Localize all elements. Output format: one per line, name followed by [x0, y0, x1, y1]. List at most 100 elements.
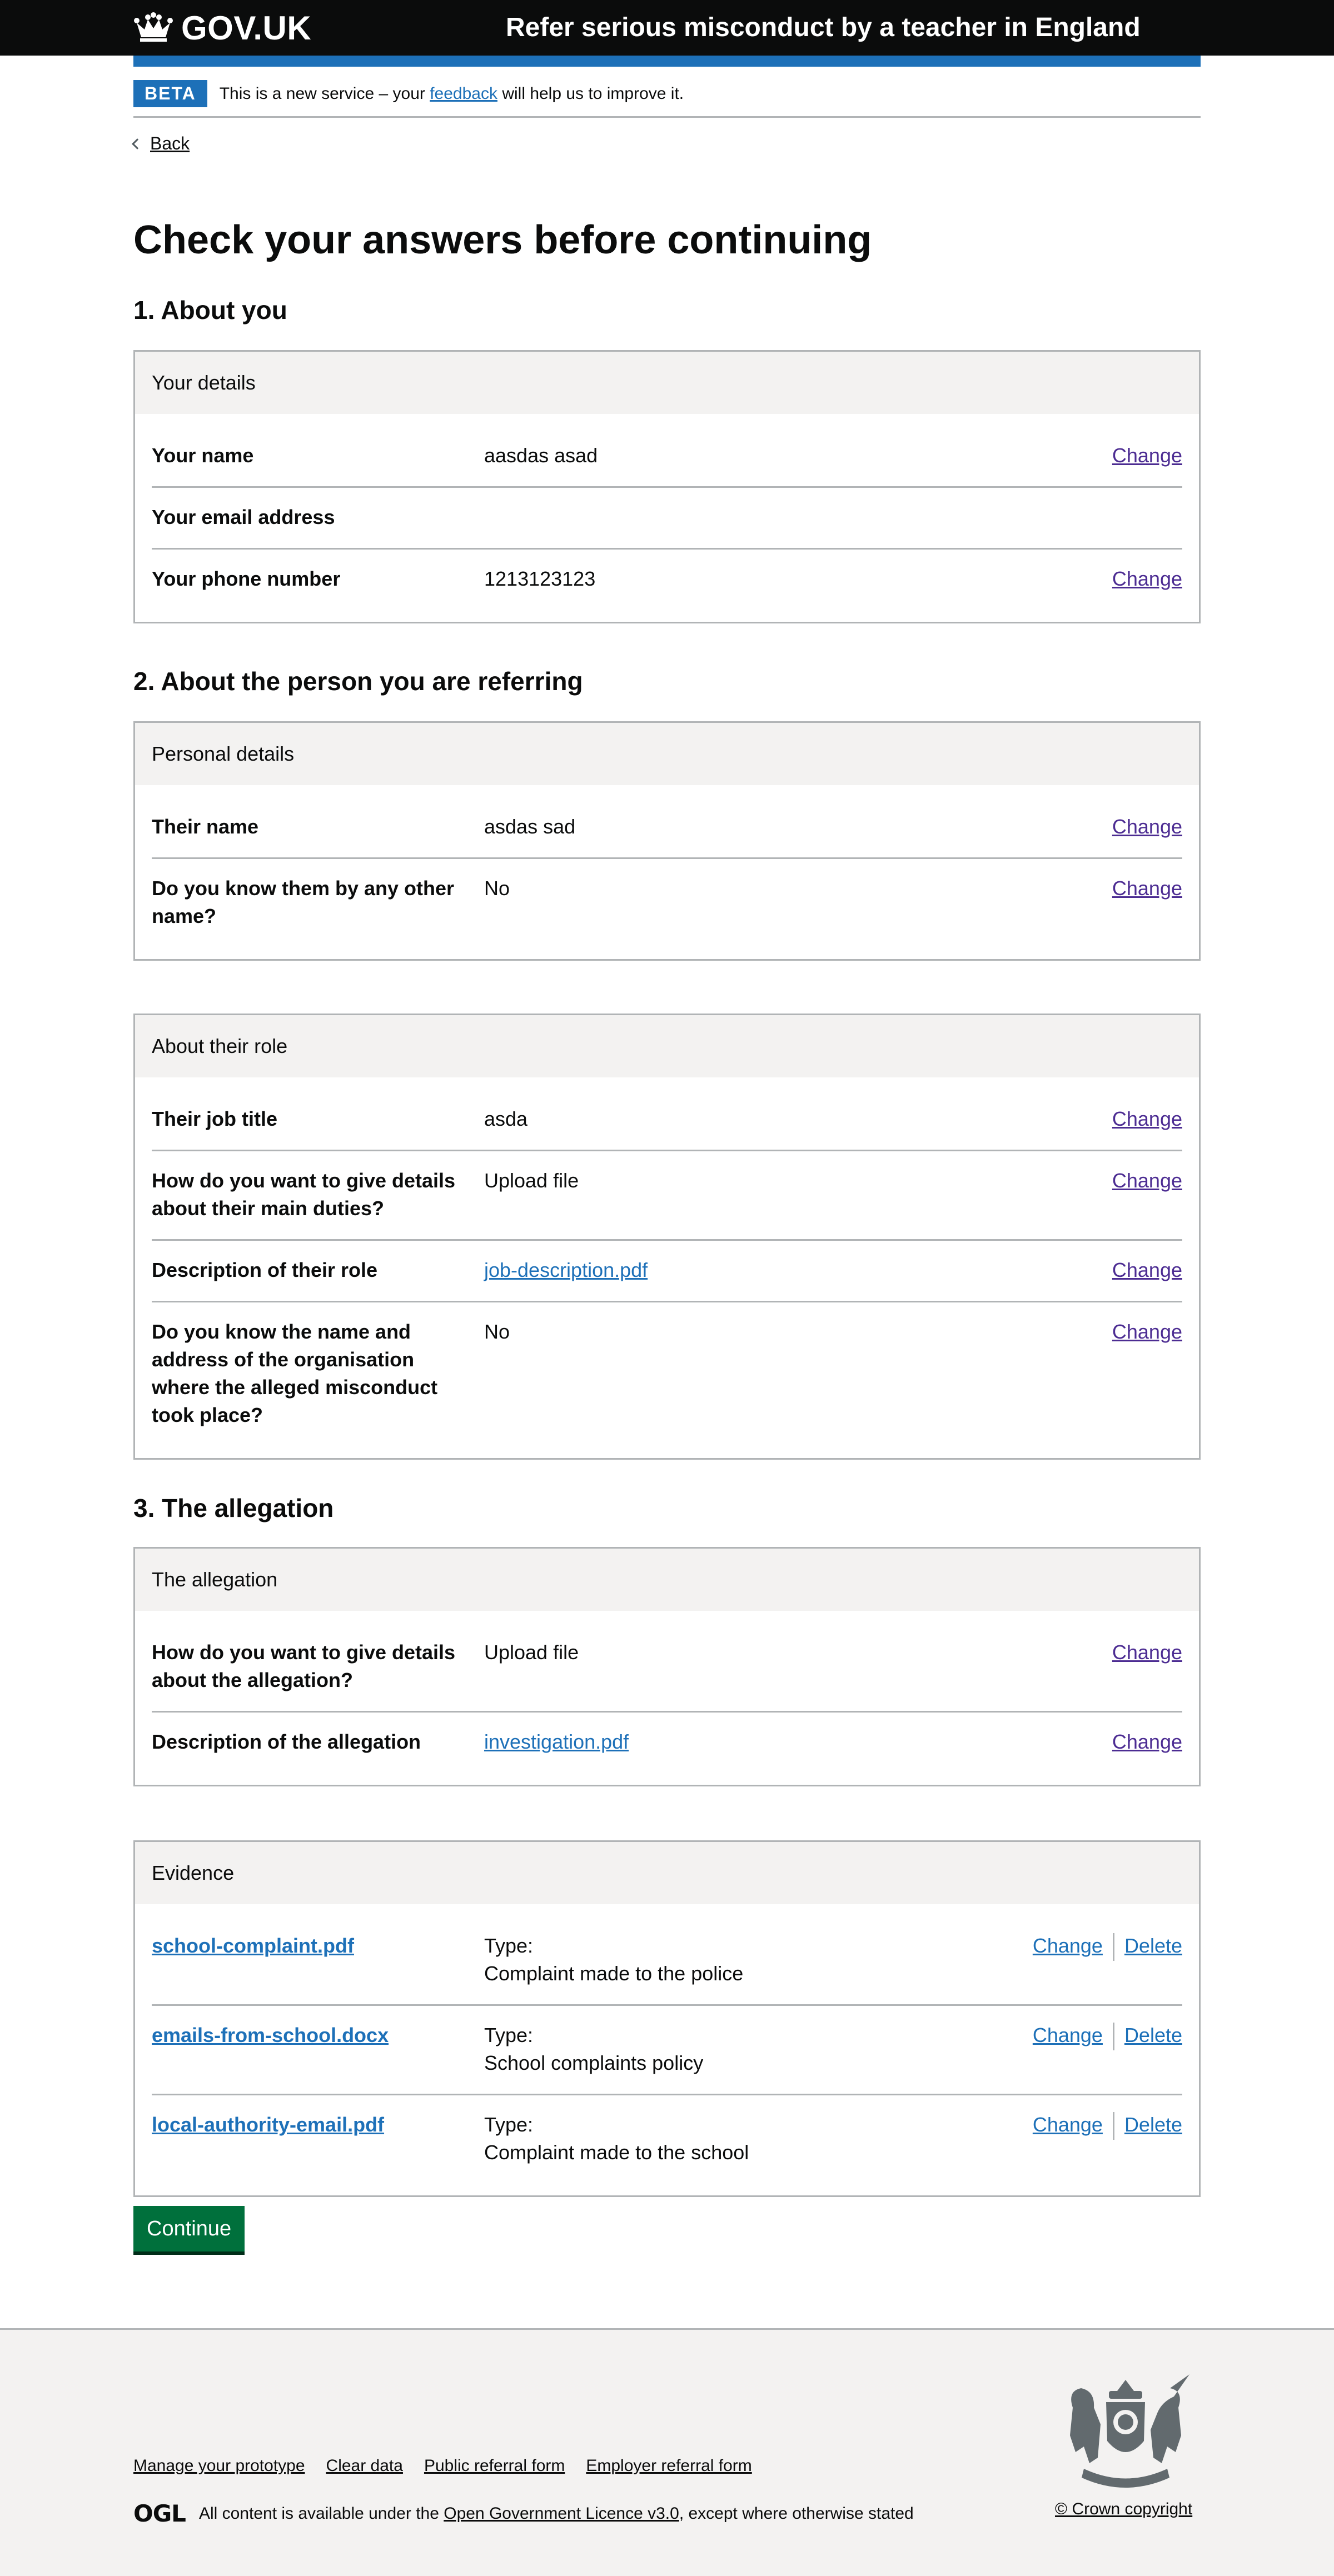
summary-row: Do you know them by any other name? No C…	[152, 859, 1182, 947]
change-link[interactable]: Change	[1112, 1730, 1182, 1753]
row-value: No	[484, 1320, 510, 1343]
row-key: Do you know the name and address of the …	[152, 1320, 438, 1426]
row-key: Your phone number	[152, 567, 341, 590]
action-divider	[1112, 2023, 1114, 2051]
page-title: Check your answers before continuing	[133, 218, 872, 262]
licence-after: , except where otherwise stated	[679, 2504, 914, 2523]
summary-row: Do you know the name and address of the …	[152, 1302, 1182, 1446]
evidence-row: school-complaint.pdf Type: Complaint made…	[152, 1916, 1182, 2006]
type-value: School complaints policy	[484, 2051, 704, 2074]
card-about-their-role: About their role Their job title asda Ch…	[133, 1014, 1201, 1460]
site-header: GOV.UK Refer serious misconduct by a tea…	[0, 0, 1334, 56]
beta-tag: BETA	[133, 80, 207, 107]
footer-link-clear-data[interactable]: Clear data	[326, 2457, 403, 2475]
type-value: Complaint made to the police	[484, 1962, 744, 1985]
change-link[interactable]: Change	[1112, 1107, 1182, 1130]
crown-icon	[134, 12, 173, 42]
delete-link[interactable]: Delete	[1124, 2113, 1182, 2136]
site-footer: Manage your prototype Clear data Public …	[0, 2328, 1334, 2576]
row-value: aasdas asad	[484, 444, 598, 467]
card-title: Your details	[135, 352, 1199, 414]
evidence-type: Type: School complaints policy	[484, 2021, 960, 2077]
ogl-logo: OGL	[133, 2500, 186, 2527]
crown-copyright-link[interactable]: © Crown copyright	[1055, 2500, 1192, 2518]
change-link[interactable]: Change	[1112, 1320, 1182, 1343]
footer-links: Manage your prototype Clear data Public …	[133, 2457, 773, 2475]
section-heading-about-you: 1. About you	[133, 296, 287, 325]
licence-text: OGL All content is available under the O…	[133, 2500, 914, 2527]
change-link[interactable]: Change	[1033, 1934, 1103, 1957]
row-value: No	[484, 877, 510, 900]
summary-row: Your name aasdas asad Change	[152, 426, 1182, 488]
phase-text-after: will help us to improve it.	[497, 84, 684, 103]
action-divider	[1112, 1933, 1114, 1961]
licence-link[interactable]: Open Government Licence v3.0	[444, 2504, 679, 2523]
royal-coat-of-arms-icon	[1070, 2374, 1189, 2488]
summary-row: How do you want to give details about th…	[152, 1151, 1182, 1241]
logo-text: GOV.UK	[181, 9, 312, 47]
file-link[interactable]: job-description.pdf	[484, 1259, 648, 1281]
summary-row: How do you want to give details about th…	[152, 1623, 1182, 1713]
type-value: Complaint made to the school	[484, 2141, 749, 2164]
card-your-details: Your details Your name aasdas asad Chang…	[133, 350, 1201, 623]
change-link[interactable]: Change	[1112, 1169, 1182, 1192]
summary-row: Description of their role job-descriptio…	[152, 1241, 1182, 1302]
row-key: Description of their role	[152, 1259, 378, 1281]
delete-link[interactable]: Delete	[1124, 1934, 1182, 1957]
card-title: Evidence	[135, 1842, 1199, 1904]
continue-button[interactable]: Continue	[133, 2206, 245, 2251]
change-link[interactable]: Change	[1112, 1641, 1182, 1664]
row-key: Do you know them by any other name?	[152, 877, 455, 927]
footer-link-public-form[interactable]: Public referral form	[424, 2457, 565, 2475]
phase-text: This is a new service – your feedback wi…	[220, 84, 684, 103]
phase-banner: BETA This is a new service – your feedba…	[133, 77, 1201, 118]
evidence-file-link[interactable]: school-complaint.pdf	[152, 1934, 354, 1957]
row-key: How do you want to give details about th…	[152, 1641, 456, 1691]
file-link[interactable]: investigation.pdf	[484, 1730, 629, 1753]
section-heading-about-person: 2. About the person you are referring	[133, 667, 583, 696]
summary-row: Their name asdas sad Change	[152, 797, 1182, 859]
change-link[interactable]: Change	[1033, 2113, 1103, 2136]
change-link[interactable]: Change	[1033, 2024, 1103, 2046]
evidence-file-link[interactable]: emails-from-school.docx	[152, 2024, 389, 2046]
row-value: asdas sad	[484, 815, 576, 838]
govuk-logo[interactable]: GOV.UK	[133, 9, 312, 47]
change-link[interactable]: Change	[1112, 1259, 1182, 1281]
type-label: Type:	[484, 1934, 534, 1957]
service-name[interactable]: Refer serious misconduct by a teacher in…	[506, 11, 1141, 44]
type-label: Type:	[484, 2024, 534, 2046]
footer-link-manage-prototype[interactable]: Manage your prototype	[133, 2457, 305, 2475]
section-heading-allegation: 3. The allegation	[133, 1494, 334, 1522]
row-key: How do you want to give details about th…	[152, 1169, 456, 1220]
row-value: Upload file	[484, 1641, 579, 1664]
phase-text-before: This is a new service – your	[219, 84, 430, 103]
type-label: Type:	[484, 2113, 534, 2136]
row-key: Their job title	[152, 1107, 278, 1130]
evidence-row: emails-from-school.docx Type: School comp…	[152, 2006, 1182, 2095]
card-title: About their role	[135, 1015, 1199, 1077]
back-link-wrap: Back	[132, 133, 190, 154]
summary-row: Your phone number 1213123123 Change	[152, 550, 1182, 610]
delete-link[interactable]: Delete	[1124, 2024, 1182, 2046]
card-title: Personal details	[135, 723, 1199, 785]
licence-before: All content is available under the	[198, 2504, 439, 2523]
evidence-type: Type: Complaint made to the school	[484, 2111, 960, 2166]
feedback-link[interactable]: feedback	[430, 84, 497, 103]
row-key: Your email address	[152, 506, 335, 528]
evidence-file-link[interactable]: local-authority-email.pdf	[152, 2113, 384, 2136]
evidence-row: local-authority-email.pdf Type: Complaint…	[152, 2095, 1182, 2183]
summary-row: Description of the allegation investigat…	[152, 1713, 1182, 1773]
footer-link-employer-form[interactable]: Employer referral form	[586, 2457, 751, 2475]
row-key: Your name	[152, 444, 254, 467]
change-link[interactable]: Change	[1112, 444, 1182, 467]
change-link[interactable]: Change	[1112, 567, 1182, 590]
change-link[interactable]: Change	[1112, 877, 1182, 900]
row-value	[484, 503, 960, 531]
summary-row: Your email address	[152, 488, 1182, 550]
evidence-type: Type: Complaint made to the police	[484, 1932, 960, 1988]
back-link[interactable]: Back	[150, 133, 190, 154]
row-value: asda	[484, 1107, 528, 1130]
card-evidence: Evidence school-complaint.pdf Type: Compl…	[133, 1840, 1201, 2197]
change-link[interactable]: Change	[1112, 815, 1182, 838]
header-blue-bar	[133, 56, 1201, 67]
